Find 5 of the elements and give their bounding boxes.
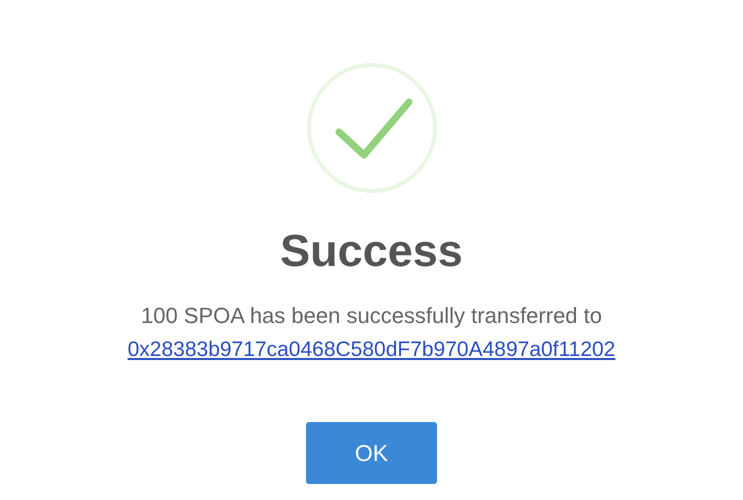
ok-button[interactable]: OK [306,422,437,484]
success-check-icon [306,62,438,194]
dialog-title: Success [280,224,463,278]
success-message: 100 SPOA has been successfully transferred to [140,302,602,330]
address-link[interactable]: 0x28383b9717ca0468C580dF7b970A4897a0f11202 [128,336,616,364]
